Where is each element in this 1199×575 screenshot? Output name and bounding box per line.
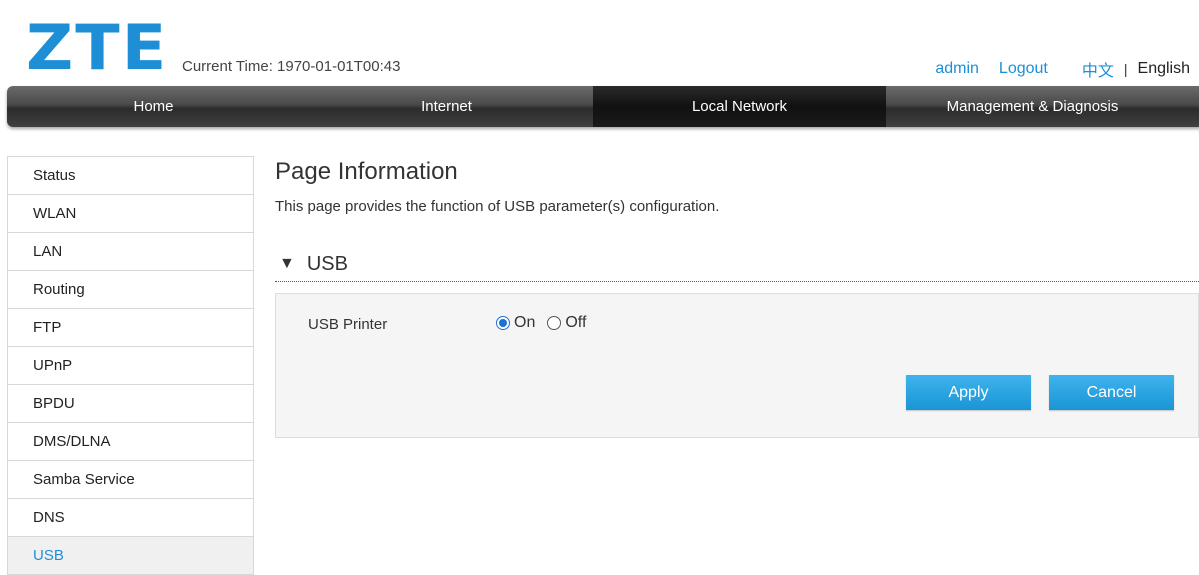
usb-printer-radio-group: On Off bbox=[496, 314, 598, 332]
cancel-button[interactable]: Cancel bbox=[1049, 375, 1174, 410]
usb-section-header[interactable]: ▼ USB bbox=[275, 249, 1199, 282]
sidebar-item-ftp[interactable]: FTP bbox=[8, 309, 253, 347]
collapse-triangle-icon[interactable]: ▼ bbox=[279, 255, 295, 273]
radio-off-label: Off bbox=[565, 314, 587, 331]
main-content: Page Information This page provides the … bbox=[275, 158, 1199, 438]
lang-english-link[interactable]: English bbox=[1138, 60, 1190, 78]
tab-internet[interactable]: Internet bbox=[300, 86, 593, 127]
main-nav: Home Internet Local Network Management &… bbox=[7, 86, 1199, 127]
sidebar-item-bpdu[interactable]: BPDU bbox=[8, 385, 253, 423]
sidebar-item-routing[interactable]: Routing bbox=[8, 271, 253, 309]
current-time: Current Time: 1970-01-01T00:43 bbox=[182, 58, 400, 75]
zte-logo: ZTE bbox=[26, 11, 169, 84]
sidebar-item-status[interactable]: Status bbox=[8, 157, 253, 195]
page-title: Page Information bbox=[275, 158, 458, 185]
lang-separator: | bbox=[1123, 61, 1128, 77]
sidebar-item-dns[interactable]: DNS bbox=[8, 499, 253, 537]
admin-link[interactable]: admin bbox=[935, 60, 979, 78]
sidebar-item-upnp[interactable]: UPnP bbox=[8, 347, 253, 385]
tab-home[interactable]: Home bbox=[7, 86, 300, 127]
sidebar-item-wlan[interactable]: WLAN bbox=[8, 195, 253, 233]
sidebar-item-lan[interactable]: LAN bbox=[8, 233, 253, 271]
sidebar-item-dms-dlna[interactable]: DMS/DLNA bbox=[8, 423, 253, 461]
tab-management-diagnosis[interactable]: Management & Diagnosis bbox=[886, 86, 1179, 127]
radio-off-button[interactable] bbox=[547, 316, 562, 330]
usb-printer-on-option[interactable]: On bbox=[496, 314, 535, 332]
usb-printer-label: USB Printer bbox=[308, 316, 388, 333]
radio-on-button[interactable] bbox=[496, 316, 510, 330]
sidebar-item-samba-service[interactable]: Samba Service bbox=[8, 461, 253, 499]
lang-chinese-link[interactable]: 中文 bbox=[1082, 57, 1114, 81]
tab-local-network[interactable]: Local Network bbox=[593, 86, 886, 127]
apply-button[interactable]: Apply bbox=[906, 375, 1031, 410]
page-description: This page provides the function of USB p… bbox=[275, 198, 720, 215]
sidebar: Status WLAN LAN Routing FTP UPnP BPDU DM… bbox=[7, 156, 254, 575]
logout-link[interactable]: Logout bbox=[999, 60, 1048, 78]
section-title: USB bbox=[306, 252, 348, 275]
current-time-value: 1970-01-01T00:43 bbox=[277, 58, 401, 75]
usb-settings-panel: USB Printer On Off Apply Cancel bbox=[275, 293, 1199, 438]
radio-on-label: On bbox=[514, 314, 536, 331]
current-time-label: Current Time: bbox=[182, 58, 273, 75]
sidebar-item-usb[interactable]: USB bbox=[8, 537, 253, 575]
usb-printer-off-option[interactable]: Off bbox=[547, 314, 586, 332]
top-links: admin Logout 中文 | English bbox=[935, 57, 1190, 81]
